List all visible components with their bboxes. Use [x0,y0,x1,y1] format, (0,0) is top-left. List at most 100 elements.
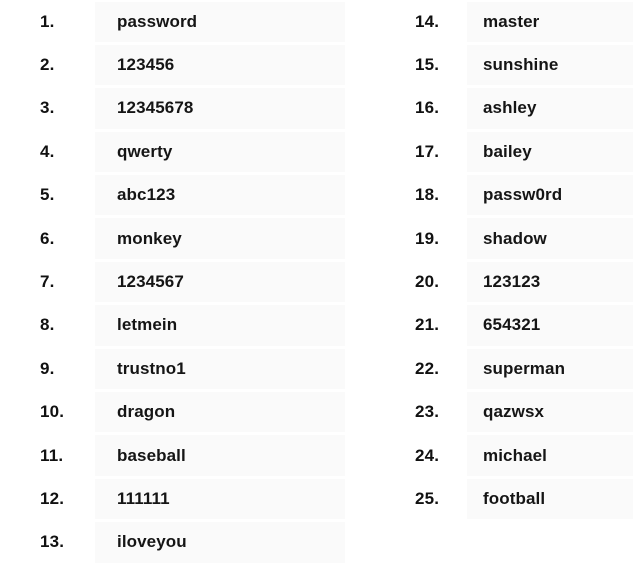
password-list-item: 4. qwerty [0,130,347,173]
list-item-password: monkey [117,228,182,248]
password-list-item-content: 6. monkey [0,217,347,260]
password-list-item-content: 24. michael [400,434,633,477]
password-list-item: 6. monkey [0,217,347,260]
list-item-rank: 11. [40,445,64,465]
password-list-item: 1. password [0,0,347,43]
list-item-password: abc123 [117,185,176,205]
password-list-item-content: 16. ashley [400,87,633,130]
list-item-password: baseball [117,445,186,465]
password-list-column-left: 1. password 2. 123456 3. 12345678 4. qwerty 5. ab… [0,0,347,564]
list-item-rank: 22. [415,358,440,378]
password-list-item-content: 21. 654321 [400,304,633,347]
password-list-item-content: 4. qwerty [0,130,347,173]
list-item-password: sunshine [483,55,559,75]
list-item-password: 111111 [117,488,170,508]
password-list-item-content: 11. baseball [0,434,347,477]
password-list-item: 17. bailey [400,130,633,173]
password-list-item-content: 15. sunshine [400,43,633,86]
password-list-item: 7. 1234567 [0,260,347,303]
list-item-rank: 6. [40,228,55,248]
list-item-rank: 16. [415,98,440,118]
list-item-rank: 4. [40,141,55,161]
password-list-column-right: 14. master 15. sunshine 16. ashley 17. bailey 18… [400,0,633,521]
password-list-item: 2. 123456 [0,43,347,86]
password-list-container: 1. password 2. 123456 3. 12345678 4. qwerty 5. ab… [0,0,633,570]
list-item-rank: 13. [40,532,65,552]
list-item-rank: 2. [40,55,55,75]
password-list-item: 5. abc123 [0,174,347,217]
password-list-item: 8. letmein [0,304,347,347]
password-list-item-content: 23. qazwsx [400,391,633,434]
password-list-item: 21. 654321 [400,304,633,347]
list-item-password: football [483,488,546,508]
list-item-password: superman [483,358,566,378]
list-item-password: trustno1 [117,358,186,378]
list-item-rank: 14. [415,11,440,31]
list-item-password: ashley [483,98,537,118]
password-list-item-content: 18. passw0rd [400,174,633,217]
password-list-item: 10. dragon [0,391,347,434]
list-item-rank: 18. [415,185,440,205]
list-item-password: qazwsx [483,402,545,422]
password-list-item: 13. iloveyou [0,521,347,564]
list-item-rank: 23. [415,402,440,422]
list-item-rank: 5. [40,185,55,205]
list-item-rank: 17. [415,141,440,161]
password-list-item: 23. qazwsx [400,391,633,434]
list-item-rank: 20. [415,272,440,292]
password-list-item-content: 5. abc123 [0,174,347,217]
list-item-password: 654321 [483,315,541,335]
password-list-item: 20. 123123 [400,260,633,303]
password-list-item: 16. ashley [400,87,633,130]
password-list-item-content: 12. 111111 [0,477,347,520]
list-item-password: iloveyou [117,532,187,552]
list-item-password: qwerty [117,141,173,161]
password-list-item: 18. passw0rd [400,174,633,217]
password-list-item-content: 2. 123456 [0,43,347,86]
list-item-password: 12345678 [117,98,194,118]
list-item-password: shadow [483,228,547,248]
password-list-item-content: 19. shadow [400,217,633,260]
password-list-item-content: 25. football [400,477,633,520]
password-list-item: 22. superman [400,347,633,390]
password-list-item-content: 1. password [0,0,347,43]
list-item-rank: 3. [40,98,55,118]
password-list-item-content: 22. superman [400,347,633,390]
list-item-rank: 24. [415,445,440,465]
list-item-password: michael [483,445,548,465]
list-item-password: dragon [117,402,176,422]
password-list-item: 15. sunshine [400,43,633,86]
list-item-password: password [117,11,198,31]
list-item-rank: 25. [415,488,440,508]
password-list-item: 24. michael [400,434,633,477]
list-item-rank: 10. [40,402,65,422]
list-item-password: bailey [483,141,532,161]
list-item-rank: 19. [415,228,440,248]
password-list-item-content: 8. letmein [0,304,347,347]
password-list-item: 19. shadow [400,217,633,260]
list-item-rank: 21. [415,315,440,335]
password-list-item: 11. baseball [0,434,347,477]
password-list-item: 9. trustno1 [0,347,347,390]
password-list-item-content: 7. 1234567 [0,260,347,303]
list-item-rank: 8. [40,315,55,335]
list-item-password: 123456 [117,55,175,75]
password-list-item-content: 14. master [400,0,633,43]
password-list-item-content: 9. trustno1 [0,347,347,390]
list-item-rank: 7. [40,272,55,292]
password-list-item: 14. master [400,0,633,43]
list-item-rank: 15. [415,55,440,75]
list-item-password: passw0rd [483,185,563,205]
password-list-item: 25. football [400,477,633,520]
list-item-password: 123123 [483,272,541,292]
password-list-item-content: 20. 123123 [400,260,633,303]
password-list-item-content: 17. bailey [400,130,633,173]
password-list-item-content: 10. dragon [0,391,347,434]
list-item-rank: 1. [40,11,55,31]
password-list-item-content: 13. iloveyou [0,521,347,564]
list-item-password: master [483,11,540,31]
list-item-password: letmein [117,315,178,335]
password-list-item: 3. 12345678 [0,87,347,130]
password-list-item: 12. 111111 [0,477,347,520]
list-item-rank: 12. [40,488,65,508]
